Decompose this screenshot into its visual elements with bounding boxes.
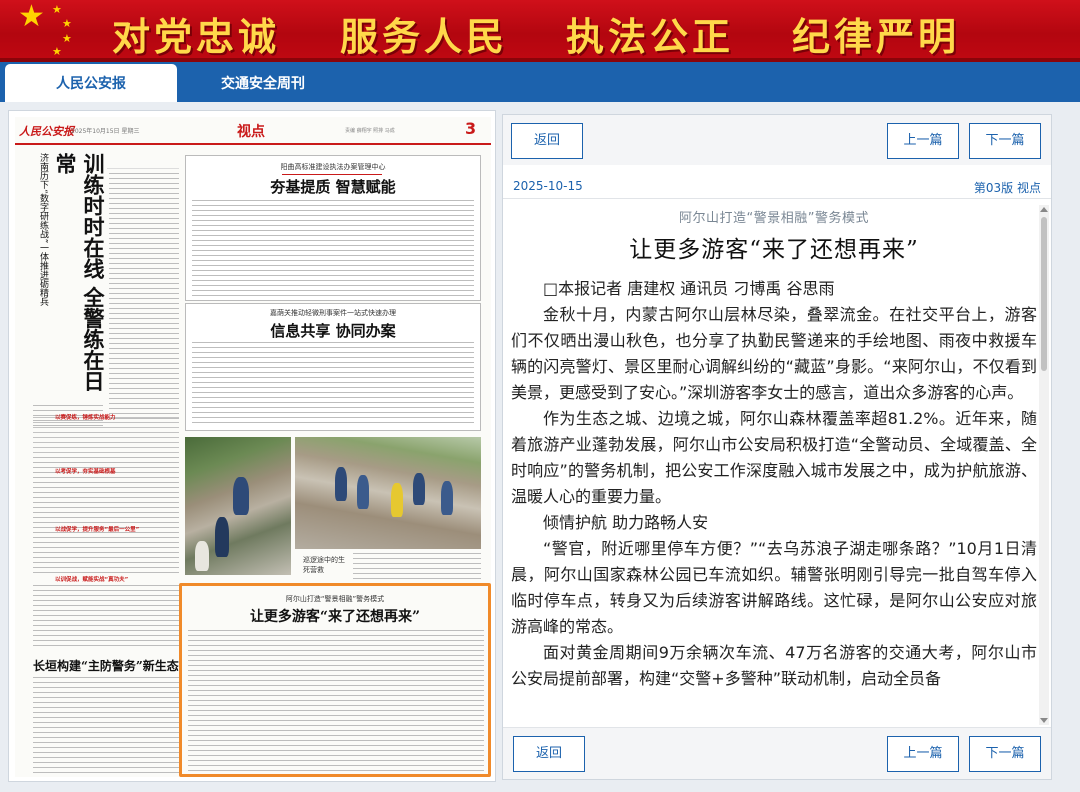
next-article-button-bottom[interactable]: 下一篇 — [969, 736, 1041, 772]
top-story-title: 夯基提质 智慧赋能 — [270, 178, 396, 196]
newspaper-page-panel: 人民公安报 2025年10月15日 星期三 视点 责编 薛翔宇 照排 马成 3 … — [8, 110, 496, 782]
newspaper-editor: 责编 薛翔宇 照排 马成 — [345, 128, 395, 134]
newspaper-logo: 人民公安报 — [19, 125, 74, 138]
article-panel: 返回 上一篇 下一篇 2025-10-15 第03版 视点 阿尔山打造“警景相融… — [502, 114, 1052, 780]
article-toolbar-top: 返回 上一篇 下一篇 — [503, 115, 1051, 165]
subhead: 以赛促练，锤炼实战能力 — [55, 415, 116, 421]
top-story-box[interactable]: 阳曲高标准建设执法办案管理中心 夯基提质 智慧赋能 — [185, 155, 481, 301]
middle-story-box[interactable]: 嘉荫关推动轻微刑事案件一站式快速办理 信息共享 协同办案 — [185, 303, 481, 431]
star-icon: ★ — [52, 45, 62, 58]
newspaper-section: 视点 — [237, 124, 265, 140]
scroll-thumb[interactable] — [1041, 217, 1047, 371]
article-meta: 2025-10-15 第03版 视点 — [503, 173, 1051, 199]
newspaper-header: 人民公安报 2025年10月15日 星期三 视点 责编 薛翔宇 照排 马成 3 — [15, 117, 491, 145]
article-paragraph: 作为生态之城、边境之城，阿尔山森林覆盖率超81.2%。近年来，随着旅游产业蓬勃发… — [511, 409, 1037, 506]
left-headline[interactable]: 训练时时在线 全警练在日常 — [51, 153, 107, 403]
subhead: 以考促学，夯实基础根基 — [55, 469, 116, 475]
article-text-block — [33, 585, 179, 649]
article-text-block — [192, 200, 474, 296]
article-subtitle: 阿尔山打造“警景相融”警务模式 — [679, 211, 869, 226]
bottom-left-headline[interactable]: 长垣构建“主防警务”新生态 — [33, 657, 179, 674]
star-icon: ★ — [62, 32, 72, 45]
next-article-button[interactable]: 下一篇 — [969, 123, 1041, 159]
article-paragraph: 金秋十月，内蒙古阿尔山层林尽染，叠翠流金。在社交平台上，游客们不仅晒出漫山秋色，… — [511, 305, 1037, 402]
article-text-block — [109, 173, 179, 423]
subhead: 以训促战，赋能实战“真功夫” — [55, 577, 129, 583]
newspaper-page-number: 3 — [465, 119, 477, 138]
back-button[interactable]: 返回 — [511, 123, 583, 159]
photo-rescue-right[interactable] — [295, 437, 481, 549]
article-date: 2025-10-15 — [513, 179, 583, 193]
photo-caption: 巡逻途中的生死营救 — [303, 556, 345, 574]
middle-story-title: 信息共享 协同办案 — [270, 322, 396, 340]
article-content[interactable]: 阿尔山打造“警景相融”警务模式 让更多游客“来了还想再来” □本报记者 唐建权 … — [511, 207, 1037, 723]
subhead: 以战促学，提升服务“最后一公里” — [55, 527, 140, 533]
article-text-block — [192, 342, 474, 426]
newspaper-date: 2025年10月15日 星期三 — [71, 128, 140, 135]
scroll-up-arrow-icon[interactable] — [1040, 207, 1048, 212]
article-paragraph: “警官，附近哪里停车方便？”“去乌苏浪子湖走哪条路？”10月1日清晨，阿尔山国家… — [511, 539, 1037, 636]
slogan-4: 纪律严明 — [792, 14, 961, 59]
prev-article-button-bottom[interactable]: 上一篇 — [887, 736, 959, 772]
slogan-2: 服务人民 — [340, 14, 509, 59]
slogan-1: 对党忠诚 — [112, 14, 281, 59]
top-story-subtitle: 阳曲高标准建设执法办案管理中心 — [280, 163, 386, 171]
scroll-down-arrow-icon[interactable] — [1040, 718, 1048, 723]
photo-rescue-left[interactable] — [185, 437, 291, 575]
tab-bar: 人民公安报 交通安全周刊 — [0, 62, 1080, 102]
left-byline — [107, 149, 179, 169]
slogan-3: 执法公正 — [566, 14, 735, 59]
prev-article-button[interactable]: 上一篇 — [887, 123, 959, 159]
star-icon: ★ — [62, 17, 72, 30]
article-text-block — [188, 630, 484, 774]
newspaper-page[interactable]: 人民公安报 2025年10月15日 星期三 视点 责编 薛翔宇 照排 马成 3 … — [15, 117, 491, 777]
article-section-heading: 倾情护航 助力路畅人安 — [543, 513, 709, 532]
selected-article-highlight[interactable]: 阿尔山打造“警景相融”警务模式 让更多游客“来了还想再来” — [179, 583, 491, 777]
tab-renmin-gongan-bao[interactable]: 人民公安报 — [5, 64, 177, 102]
article-byline: □本报记者 唐建权 通讯员 刁博禹 谷思雨 — [543, 279, 835, 298]
article-title: 让更多游客“来了还想再来” — [629, 237, 919, 263]
header-banner: ★ ★ ★ ★ ★ 对党忠诚 服务人民 执法公正 纪律严明 — [0, 0, 1080, 62]
divider — [282, 174, 382, 175]
left-headline-small[interactable]: 济南历下“数字研练战”一体推进砺精兵 — [37, 153, 50, 383]
middle-story-subtitle: 嘉荫关推动轻微刑事案件一站式快速办理 — [270, 309, 396, 317]
highlight-subtitle: 阿尔山打造“警景相融”警务模式 — [285, 595, 385, 603]
star-icon: ★ — [52, 3, 62, 16]
tab-jiaotong-anquan-zhoukan[interactable]: 交通安全周刊 — [177, 64, 349, 102]
highlight-title: 让更多游客“来了还想再来” — [249, 609, 421, 625]
photo-text-block — [353, 553, 481, 583]
back-button-bottom[interactable]: 返回 — [513, 736, 585, 772]
star-icon: ★ — [18, 0, 45, 34]
article-text-block — [33, 677, 179, 773]
article-page-link[interactable]: 第03版 视点 — [974, 179, 1041, 196]
article-scrollbar[interactable] — [1039, 205, 1049, 725]
article-paragraph: 面对黄金周期间9万余辆次车流、47万名游客的交通大考，阿尔山市公安局提前部署，构… — [511, 643, 1037, 688]
article-toolbar-bottom: 返回 上一篇 下一篇 — [503, 727, 1051, 779]
